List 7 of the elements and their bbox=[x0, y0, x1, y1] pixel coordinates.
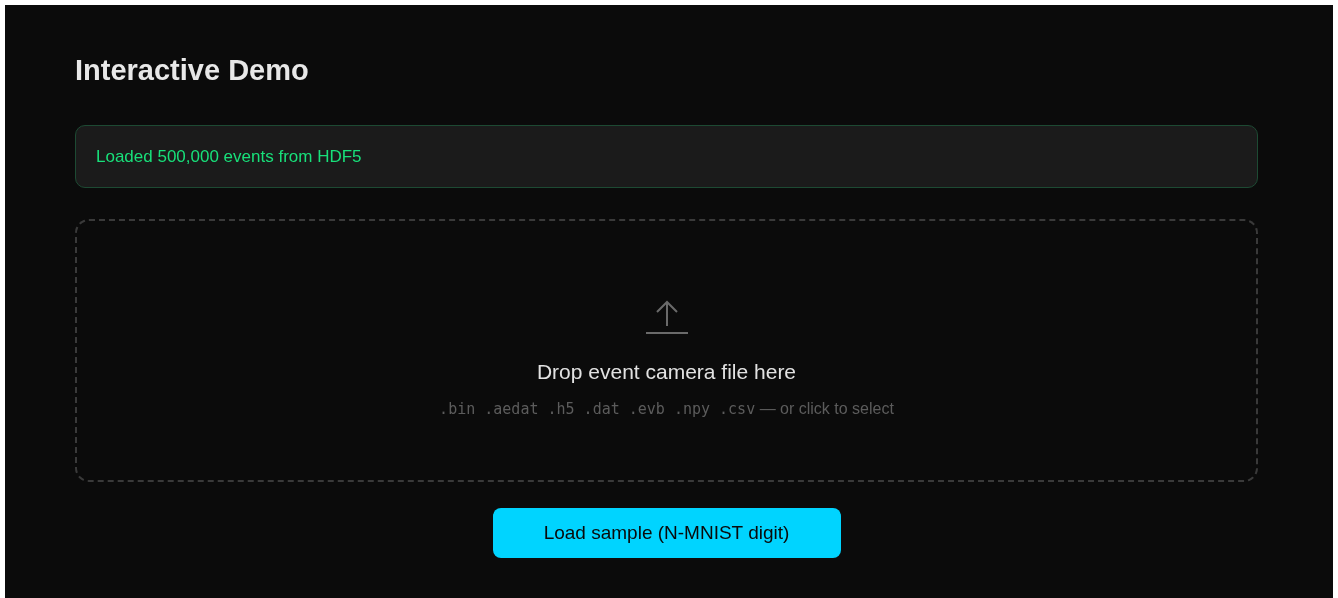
status-message: Loaded 500,000 events from HDF5 bbox=[75, 124, 1258, 188]
load-sample-button[interactable]: Load sample (N-MNIST digit) bbox=[492, 507, 841, 558]
file-drop-zone[interactable]: Drop event camera file here .bin .aedat .h5 .dat .evb .npy .csv — or click to select bbox=[75, 218, 1258, 482]
file-hint: .bin .aedat .h5 .dat .evb .npy .csv — or click to select bbox=[439, 399, 894, 421]
page-title: Interactive Demo bbox=[75, 53, 310, 88]
drop-heading: Drop event camera file here bbox=[536, 358, 797, 385]
upload-icon bbox=[644, 299, 689, 334]
